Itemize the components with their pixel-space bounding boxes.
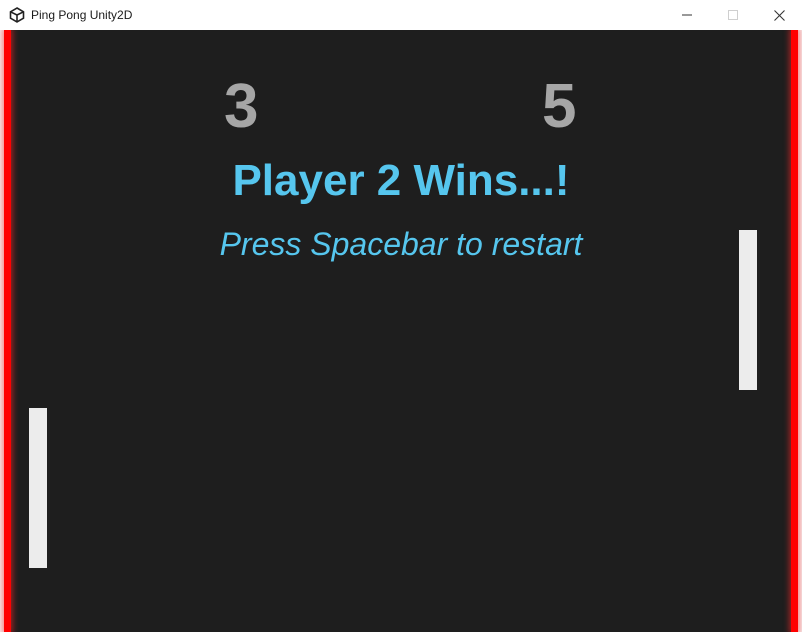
maximize-button[interactable]: [710, 0, 756, 30]
player-2-paddle: [739, 230, 757, 390]
left-wall: [4, 30, 11, 632]
game-window: Ping Pong Unity2D 3 5 Player 2 Wins...! …: [0, 0, 802, 632]
right-edge: [798, 30, 802, 632]
window-title: Ping Pong Unity2D: [31, 8, 133, 22]
win-message: Player 2 Wins...!: [232, 156, 570, 205]
close-button[interactable]: [756, 0, 802, 30]
title-bar[interactable]: Ping Pong Unity2D: [0, 0, 802, 30]
player-2-score: 5: [542, 72, 577, 141]
game-viewport[interactable]: 3 5 Player 2 Wins...! Press Spacebar to …: [0, 30, 802, 632]
restart-prompt: Press Spacebar to restart: [219, 226, 583, 262]
right-wall: [791, 30, 798, 632]
unity-logo-icon: [9, 7, 25, 23]
minimize-button[interactable]: [664, 0, 710, 30]
minimize-icon: [682, 14, 692, 16]
close-icon: [774, 10, 785, 21]
center-net: [397, 30, 405, 632]
player-1-score: 3: [224, 72, 259, 141]
player-1-paddle: [29, 408, 47, 568]
maximize-icon: [728, 10, 738, 20]
